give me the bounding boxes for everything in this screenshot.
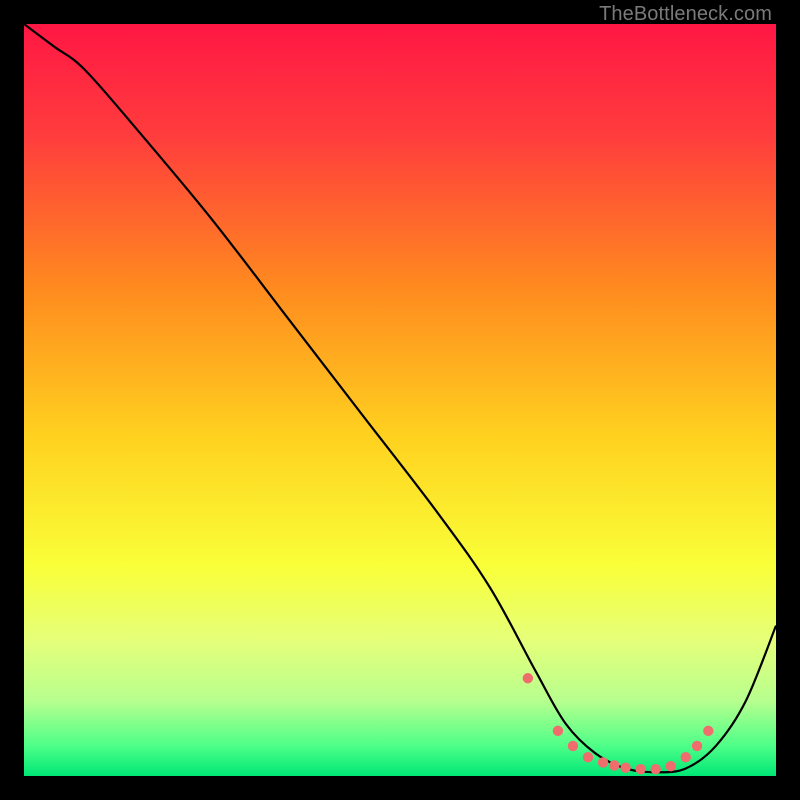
marker-point <box>692 741 702 751</box>
gradient-background <box>24 24 776 776</box>
watermark-label: TheBottleneck.com <box>599 3 772 26</box>
marker-point <box>598 757 608 767</box>
chart-frame <box>24 24 776 776</box>
marker-point <box>650 764 660 774</box>
marker-point <box>620 763 630 773</box>
marker-point <box>568 741 578 751</box>
marker-point <box>523 673 533 683</box>
marker-point <box>666 761 676 771</box>
marker-point <box>553 726 563 736</box>
marker-point <box>681 752 691 762</box>
marker-point <box>609 760 619 770</box>
marker-point <box>583 752 593 762</box>
marker-point <box>703 726 713 736</box>
marker-point <box>635 764 645 774</box>
bottleneck-chart <box>24 24 776 776</box>
